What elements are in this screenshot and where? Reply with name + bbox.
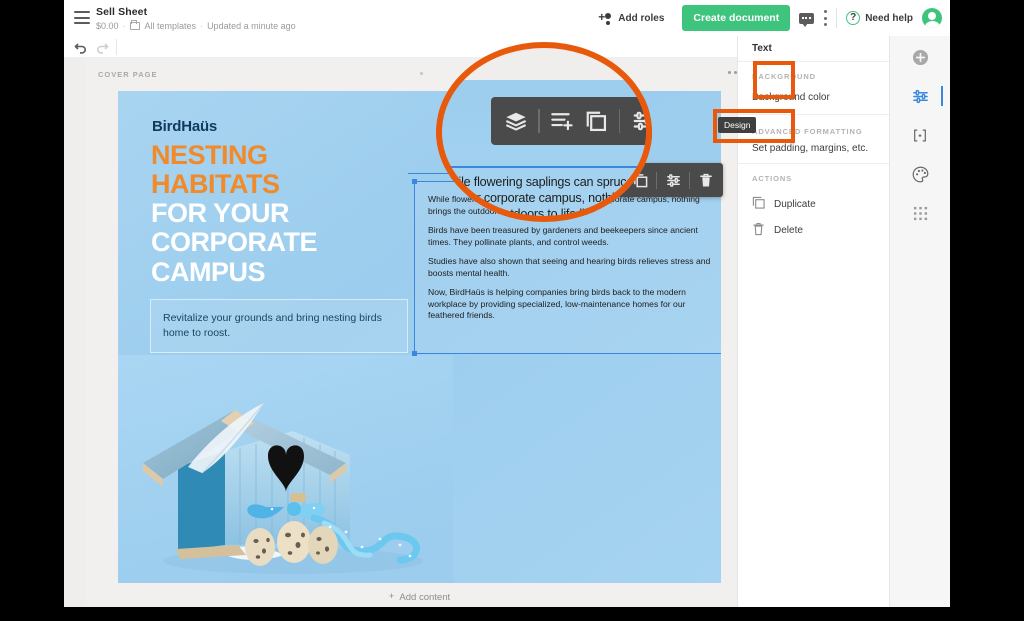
headline: NESTING HABITATS FOR YOUR CORPORATE CAMP… — [151, 140, 318, 287]
page-drag-handle[interactable] — [419, 72, 423, 75]
duplicate-label: Duplicate — [774, 198, 816, 210]
add-row-icon[interactable] — [550, 110, 574, 133]
brand-logo: BirdHaüs — [152, 118, 218, 135]
design-tooltip: Design — [718, 117, 757, 133]
magnified-floating-toolbar — [491, 97, 652, 145]
folder-icon — [129, 20, 140, 30]
document-meta: $0.00 · All templates · Updated a minute… — [96, 20, 296, 31]
meta-sep-1: · — [122, 21, 126, 31]
add-icon[interactable] — [907, 44, 933, 70]
settings-sliders-icon[interactable] — [907, 83, 943, 109]
meta-sep-2: · — [200, 21, 204, 31]
need-help-label: Need help — [865, 12, 913, 24]
avatar[interactable] — [922, 8, 942, 28]
body-paragraph-3: Studies have also shown that seeing and … — [428, 256, 711, 278]
body-paragraph-2: Birds have been treasured by gardeners a… — [428, 225, 698, 247]
meta-folder[interactable]: All templates — [145, 21, 197, 31]
plus-icon: + — [388, 591, 395, 603]
question-mark-icon: ? — [846, 11, 861, 25]
magnified-guide-line — [436, 166, 652, 168]
headline-line-4: CORPORATE — [151, 227, 318, 258]
top-bar-actions: Add roles Create document ? Need help — [590, 4, 942, 32]
divider — [538, 109, 540, 133]
grid-icon[interactable] — [907, 200, 933, 226]
duplicate-icon — [752, 196, 765, 212]
comment-icon[interactable] — [799, 12, 815, 27]
headline-line-5: CAMPUS — [151, 256, 266, 287]
trash-icon[interactable] — [698, 172, 714, 188]
headline-line-2: HABITATS — [151, 169, 280, 200]
tool-rail — [889, 36, 950, 607]
undo-icon[interactable] — [74, 40, 88, 54]
delete-label: Delete — [774, 225, 803, 236]
magnified-body-text: While flowering saplings can spruce up y… — [436, 174, 652, 222]
subhead-box[interactable]: Revitalize your grounds and bring nestin… — [150, 299, 408, 354]
birdhouse-photo[interactable] — [118, 355, 453, 583]
meta-updated: Updated a minute ago — [207, 21, 296, 31]
magnifier-inner: While flowering saplings can spruce up y… — [436, 42, 652, 222]
divider — [836, 8, 838, 28]
layers-icon[interactable] — [504, 110, 527, 133]
cover-page-label: COVER PAGE — [98, 70, 158, 79]
resize-handle-bottom-left[interactable] — [412, 351, 417, 356]
add-content-button[interactable]: + Add content — [118, 583, 721, 607]
panel-title: Text — [752, 43, 772, 54]
canvas: COVER PAGE BirdHaüs NESTING HABITATS FOR… — [85, 58, 754, 607]
add-content-label: Add content — [399, 591, 451, 603]
page-title: Sell Sheet — [96, 6, 148, 18]
trash-icon — [752, 222, 765, 239]
resize-handle-top-left[interactable] — [412, 179, 417, 184]
duplicate-icon[interactable] — [585, 110, 608, 133]
meta-price: $0.00 — [96, 21, 119, 31]
advanced-section-title: ADVANCED FORMATTING — [752, 126, 863, 136]
variables-icon[interactable] — [907, 122, 933, 148]
add-person-icon — [598, 10, 613, 24]
subhead-text: Revitalize your grounds and bring nestin… — [163, 312, 382, 340]
settings-sliders-icon[interactable] — [665, 172, 681, 188]
screenshot-root: Sell Sheet $0.00 · All templates · Updat… — [0, 0, 1024, 621]
body-paragraph-4: Now, BirdHaüs is helping companies bring… — [428, 287, 686, 321]
palette-icon[interactable] — [907, 161, 933, 187]
divider — [116, 39, 117, 55]
headline-line-1: NESTING — [151, 140, 268, 170]
top-bar: Sell Sheet $0.00 · All templates · Updat… — [64, 0, 950, 36]
headline-line-3: FOR YOUR — [151, 198, 290, 229]
need-help-button[interactable]: ? Need help — [846, 11, 913, 25]
divider — [656, 171, 657, 189]
settings-sliders-icon[interactable] — [631, 110, 652, 133]
page-header: COVER PAGE — [85, 58, 754, 91]
magnified-page-drag-handle — [446, 60, 449, 63]
redo-icon[interactable] — [95, 40, 109, 54]
add-roles-button[interactable]: Add roles — [590, 7, 674, 29]
magnifier-bg-grey — [436, 42, 652, 80]
hamburger-icon[interactable] — [74, 11, 90, 24]
background-color-label: Background color — [752, 91, 830, 103]
divider — [618, 109, 620, 133]
divider — [689, 171, 690, 189]
magnified-paragraph-1: While flowering saplings can spruce up y… — [440, 175, 634, 222]
create-document-button[interactable]: Create document — [682, 5, 791, 31]
magnifier-content: While flowering saplings can spruce up y… — [436, 42, 652, 222]
add-roles-label: Add roles — [618, 12, 665, 24]
kebab-menu-icon[interactable] — [823, 10, 827, 26]
